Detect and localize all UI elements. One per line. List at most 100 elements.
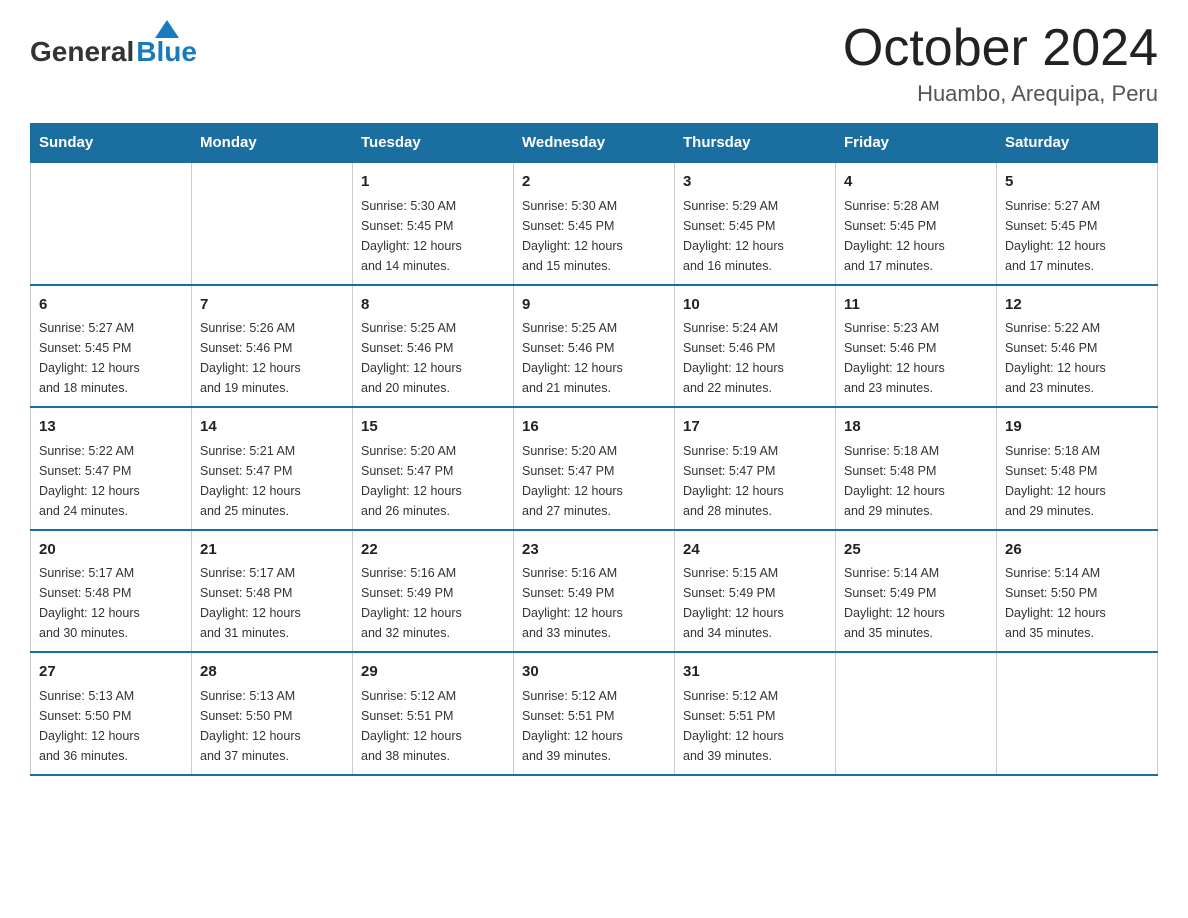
- day-number: 3: [683, 171, 827, 194]
- day-number: 28: [200, 661, 344, 684]
- day-number: 23: [522, 539, 666, 562]
- column-header-saturday: Saturday: [997, 124, 1158, 163]
- calendar-cell: 5 Sunrise: 5:27 AMSunset: 5:45 PMDaylight…: [997, 162, 1158, 285]
- calendar-cell: 7Sunrise: 5:26 AMSunset: 5:46 PMDaylight…: [192, 285, 353, 408]
- day-number: 6: [39, 294, 183, 317]
- day-number: 9: [522, 294, 666, 317]
- day-info: Sunrise: 5:17 AMSunset: 5:48 PMDaylight:…: [200, 566, 301, 640]
- day-number: 31: [683, 661, 827, 684]
- day-info: Sunrise: 5:13 AMSunset: 5:50 PMDaylight:…: [39, 689, 140, 763]
- day-number: 11: [844, 294, 988, 317]
- calendar-cell: 19 Sunrise: 5:18 AMSunset: 5:48 PMDayligh…: [997, 407, 1158, 530]
- day-number: 29: [361, 661, 505, 684]
- day-info: Sunrise: 5:25 AMSunset: 5:46 PMDaylight:…: [361, 321, 462, 395]
- calendar-cell: 17 Sunrise: 5:19 AMSunset: 5:47 PMDayligh…: [675, 407, 836, 530]
- day-info: Sunrise: 5:25 AMSunset: 5:46 PMDaylight:…: [522, 321, 623, 395]
- calendar-cell: 26 Sunrise: 5:14 AMSunset: 5:50 PMDayligh…: [997, 530, 1158, 653]
- day-number: 24: [683, 539, 827, 562]
- day-info: Sunrise: 5:18 AMSunset: 5:48 PMDaylight:…: [844, 444, 945, 518]
- calendar-cell: 18 Sunrise: 5:18 AMSunset: 5:48 PMDayligh…: [836, 407, 997, 530]
- day-info: Sunrise: 5:22 AMSunset: 5:46 PMDaylight:…: [1005, 321, 1106, 395]
- day-info: Sunrise: 5:13 AMSunset: 5:50 PMDaylight:…: [200, 689, 301, 763]
- calendar-cell: 23 Sunrise: 5:16 AMSunset: 5:49 PMDayligh…: [514, 530, 675, 653]
- location-subtitle: Huambo, Arequipa, Peru: [843, 81, 1158, 107]
- column-header-wednesday: Wednesday: [514, 124, 675, 163]
- calendar-cell: [836, 652, 997, 775]
- calendar-cell: 8 Sunrise: 5:25 AMSunset: 5:46 PMDaylight…: [353, 285, 514, 408]
- calendar-cell: [192, 162, 353, 285]
- day-number: 14: [200, 416, 344, 439]
- day-number: 25: [844, 539, 988, 562]
- day-info: Sunrise: 5:12 AMSunset: 5:51 PMDaylight:…: [361, 689, 462, 763]
- day-number: 21: [200, 539, 344, 562]
- logo-general-text: General: [30, 36, 134, 68]
- day-number: 4: [844, 171, 988, 194]
- calendar-cell: 14Sunrise: 5:21 AMSunset: 5:47 PMDayligh…: [192, 407, 353, 530]
- calendar-cell: 10 Sunrise: 5:24 AMSunset: 5:46 PMDayligh…: [675, 285, 836, 408]
- calendar-cell: 22 Sunrise: 5:16 AMSunset: 5:49 PMDayligh…: [353, 530, 514, 653]
- calendar-cell: [997, 652, 1158, 775]
- calendar-cell: 31 Sunrise: 5:12 AMSunset: 5:51 PMDayligh…: [675, 652, 836, 775]
- day-info: Sunrise: 5:26 AMSunset: 5:46 PMDaylight:…: [200, 321, 301, 395]
- calendar-cell: 1Sunrise: 5:30 AMSunset: 5:45 PMDaylight…: [353, 162, 514, 285]
- calendar-cell: 4 Sunrise: 5:28 AMSunset: 5:45 PMDaylight…: [836, 162, 997, 285]
- calendar-cell: 28 Sunrise: 5:13 AMSunset: 5:50 PMDayligh…: [192, 652, 353, 775]
- day-number: 16: [522, 416, 666, 439]
- day-number: 13: [39, 416, 183, 439]
- day-info: Sunrise: 5:20 AMSunset: 5:47 PMDaylight:…: [522, 444, 623, 518]
- column-header-sunday: Sunday: [31, 124, 192, 163]
- day-number: 10: [683, 294, 827, 317]
- calendar-cell: [31, 162, 192, 285]
- day-number: 27: [39, 661, 183, 684]
- calendar-cell: 27 Sunrise: 5:13 AMSunset: 5:50 PMDayligh…: [31, 652, 192, 775]
- column-header-thursday: Thursday: [675, 124, 836, 163]
- calendar-cell: 29 Sunrise: 5:12 AMSunset: 5:51 PMDayligh…: [353, 652, 514, 775]
- day-number: 22: [361, 539, 505, 562]
- day-info: Sunrise: 5:19 AMSunset: 5:47 PMDaylight:…: [683, 444, 784, 518]
- day-info: Sunrise: 5:22 AMSunset: 5:47 PMDaylight:…: [39, 444, 140, 518]
- day-info: Sunrise: 5:30 AMSunset: 5:45 PMDaylight:…: [522, 199, 623, 273]
- calendar-cell: 3 Sunrise: 5:29 AMSunset: 5:45 PMDaylight…: [675, 162, 836, 285]
- calendar-cell: 9 Sunrise: 5:25 AMSunset: 5:46 PMDaylight…: [514, 285, 675, 408]
- logo: General Blue: [30, 20, 197, 68]
- day-info: Sunrise: 5:20 AMSunset: 5:47 PMDaylight:…: [361, 444, 462, 518]
- calendar-cell: 21 Sunrise: 5:17 AMSunset: 5:48 PMDayligh…: [192, 530, 353, 653]
- calendar-cell: 30Sunrise: 5:12 AMSunset: 5:51 PMDayligh…: [514, 652, 675, 775]
- day-info: Sunrise: 5:18 AMSunset: 5:48 PMDaylight:…: [1005, 444, 1106, 518]
- day-info: Sunrise: 5:29 AMSunset: 5:45 PMDaylight:…: [683, 199, 784, 273]
- day-info: Sunrise: 5:14 AMSunset: 5:50 PMDaylight:…: [1005, 566, 1106, 640]
- day-number: 26: [1005, 539, 1149, 562]
- day-number: 8: [361, 294, 505, 317]
- day-number: 19: [1005, 416, 1149, 439]
- calendar-table: SundayMondayTuesdayWednesdayThursdayFrid…: [30, 123, 1158, 776]
- day-number: 17: [683, 416, 827, 439]
- calendar-cell: 24Sunrise: 5:15 AMSunset: 5:49 PMDayligh…: [675, 530, 836, 653]
- column-header-friday: Friday: [836, 124, 997, 163]
- day-number: 30: [522, 661, 666, 684]
- day-info: Sunrise: 5:28 AMSunset: 5:45 PMDaylight:…: [844, 199, 945, 273]
- title-section: October 2024 Huambo, Arequipa, Peru: [843, 20, 1158, 107]
- day-info: Sunrise: 5:27 AMSunset: 5:45 PMDaylight:…: [1005, 199, 1106, 273]
- page-header: General Blue October 2024 Huambo, Arequi…: [30, 20, 1158, 107]
- day-number: 1: [361, 171, 505, 194]
- column-header-tuesday: Tuesday: [353, 124, 514, 163]
- day-info: Sunrise: 5:23 AMSunset: 5:46 PMDaylight:…: [844, 321, 945, 395]
- calendar-cell: 20Sunrise: 5:17 AMSunset: 5:48 PMDayligh…: [31, 530, 192, 653]
- calendar-cell: 13 Sunrise: 5:22 AMSunset: 5:47 PMDayligh…: [31, 407, 192, 530]
- day-info: Sunrise: 5:16 AMSunset: 5:49 PMDaylight:…: [361, 566, 462, 640]
- calendar-cell: 25 Sunrise: 5:14 AMSunset: 5:49 PMDayligh…: [836, 530, 997, 653]
- day-info: Sunrise: 5:12 AMSunset: 5:51 PMDaylight:…: [683, 689, 784, 763]
- column-header-monday: Monday: [192, 124, 353, 163]
- day-number: 18: [844, 416, 988, 439]
- day-number: 2: [522, 171, 666, 194]
- day-info: Sunrise: 5:14 AMSunset: 5:49 PMDaylight:…: [844, 566, 945, 640]
- calendar-cell: 12 Sunrise: 5:22 AMSunset: 5:46 PMDayligh…: [997, 285, 1158, 408]
- day-info: Sunrise: 5:24 AMSunset: 5:46 PMDaylight:…: [683, 321, 784, 395]
- logo-blue-part: Blue: [136, 20, 197, 68]
- day-number: 5: [1005, 171, 1149, 194]
- day-info: Sunrise: 5:27 AMSunset: 5:45 PMDaylight:…: [39, 321, 140, 395]
- day-number: 12: [1005, 294, 1149, 317]
- calendar-cell: 2 Sunrise: 5:30 AMSunset: 5:45 PMDaylight…: [514, 162, 675, 285]
- day-info: Sunrise: 5:16 AMSunset: 5:49 PMDaylight:…: [522, 566, 623, 640]
- calendar-cell: 15Sunrise: 5:20 AMSunset: 5:47 PMDayligh…: [353, 407, 514, 530]
